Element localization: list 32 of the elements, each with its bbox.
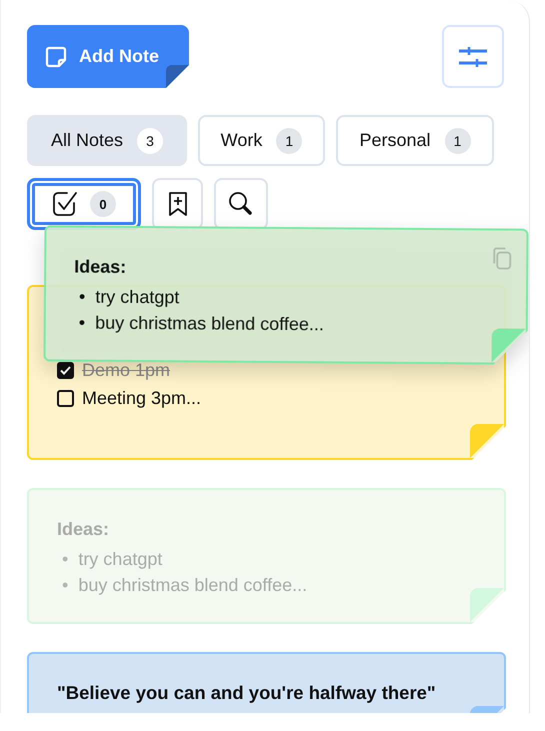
list-item: try chatgpt: [95, 286, 180, 310]
dragged-note[interactable]: Ideas: • try chatgpt • buy christmas blend coffee...: [44, 225, 528, 365]
sliders-icon: [458, 46, 488, 68]
list-item: buy christmas blend coffee...: [78, 574, 308, 597]
list-bullet: •: [78, 312, 86, 335]
note-card[interactable]: "Believe you can and you're halfway there": [27, 652, 506, 713]
bookmark-plus-icon: [168, 191, 188, 217]
checklist-filter-button[interactable]: 0: [27, 178, 141, 230]
list-item: buy christmas blend coffee...: [95, 312, 324, 336]
quote-text: "Believe you can and you're halfway there": [57, 682, 437, 704]
note-icon: [45, 46, 67, 68]
add-note-button[interactable]: Add Note: [27, 25, 189, 88]
filter-tab[interactable]: Work 1: [198, 115, 325, 166]
count-badge: 3: [137, 128, 164, 154]
list-bullet: •: [62, 548, 68, 571]
list-bullet: •: [78, 286, 86, 309]
checkbox[interactable]: [57, 362, 74, 378]
count-badge: 1: [276, 128, 302, 154]
count-badge: 0: [90, 191, 116, 217]
checkbox-icon: [52, 191, 78, 217]
list-item: try chatgpt: [78, 548, 162, 571]
note-title: Ideas:: [57, 518, 110, 540]
list-bullet: •: [62, 574, 68, 597]
search-icon: [228, 191, 254, 217]
checkbox[interactable]: [57, 390, 74, 406]
checkmark-icon: [60, 366, 71, 374]
checklist-item-text: Meeting 3pm...: [82, 387, 202, 410]
count-badge: 1: [444, 128, 471, 154]
note-title: Ideas:: [74, 256, 128, 279]
filter-tab[interactable]: Personal 1: [336, 115, 494, 166]
filter-tab[interactable]: All Notes 3: [27, 115, 187, 166]
settings-button[interactable]: [442, 25, 504, 88]
